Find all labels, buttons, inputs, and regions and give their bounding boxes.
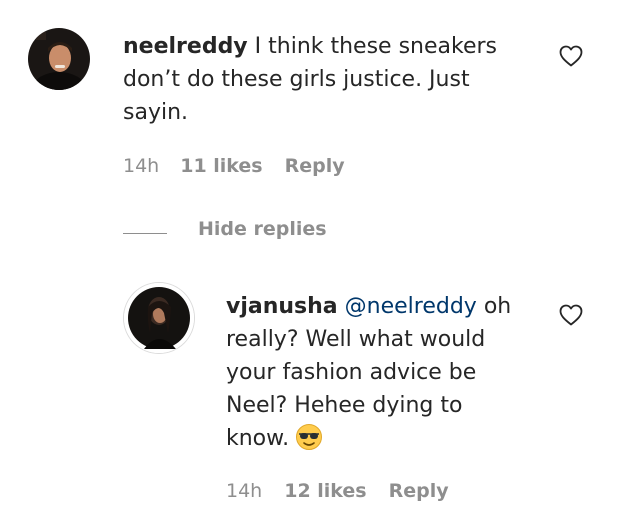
comment-username[interactable]: neelreddy [123,34,248,59]
sunglasses-face-emoji-icon [296,424,323,450]
reply-text-line3: your fashion advice be [226,360,477,385]
heart-icon[interactable] [559,304,583,326]
replies-divider [123,233,167,234]
heart-icon[interactable] [559,45,583,67]
avatar-vjanusha[interactable] [124,283,194,353]
avatar-image [28,28,90,90]
comment-text-line1: I think these sneakers [247,34,498,59]
reply-text-line2: really? Well what would [226,327,486,352]
reply-text: vjanusha @neelreddy oh really? Well what… [226,290,546,455]
comment-text: neelreddy I think these sneakers don’t d… [123,30,533,129]
avatar-neelreddy[interactable] [28,28,90,90]
reply-text-line4: Neel? Hehee dying to [226,393,463,418]
comment-likes[interactable]: 11 likes [180,155,262,177]
comment-time[interactable]: 14h [123,155,159,177]
hide-replies-button[interactable]: Hide replies [198,218,327,240]
reply-reply-button[interactable]: Reply [389,480,449,502]
avatar-image [124,283,194,353]
reply-likes[interactable]: 12 likes [284,480,366,502]
comment-meta: 14h 11 likes Reply [123,155,345,177]
reply-text-line1: oh [476,294,512,319]
reply-username[interactable]: vjanusha [226,294,338,319]
reply-mention[interactable]: @neelreddy [345,294,477,319]
reply-text-line5: know. [226,426,290,451]
comment-text-line3: sayin. [123,100,189,125]
comment-reply-button[interactable]: Reply [285,155,345,177]
comment-text-line2: don’t do these girls justice. Just [123,67,470,92]
reply-time[interactable]: 14h [226,480,262,502]
reply-meta: 14h 12 likes Reply [226,480,449,502]
